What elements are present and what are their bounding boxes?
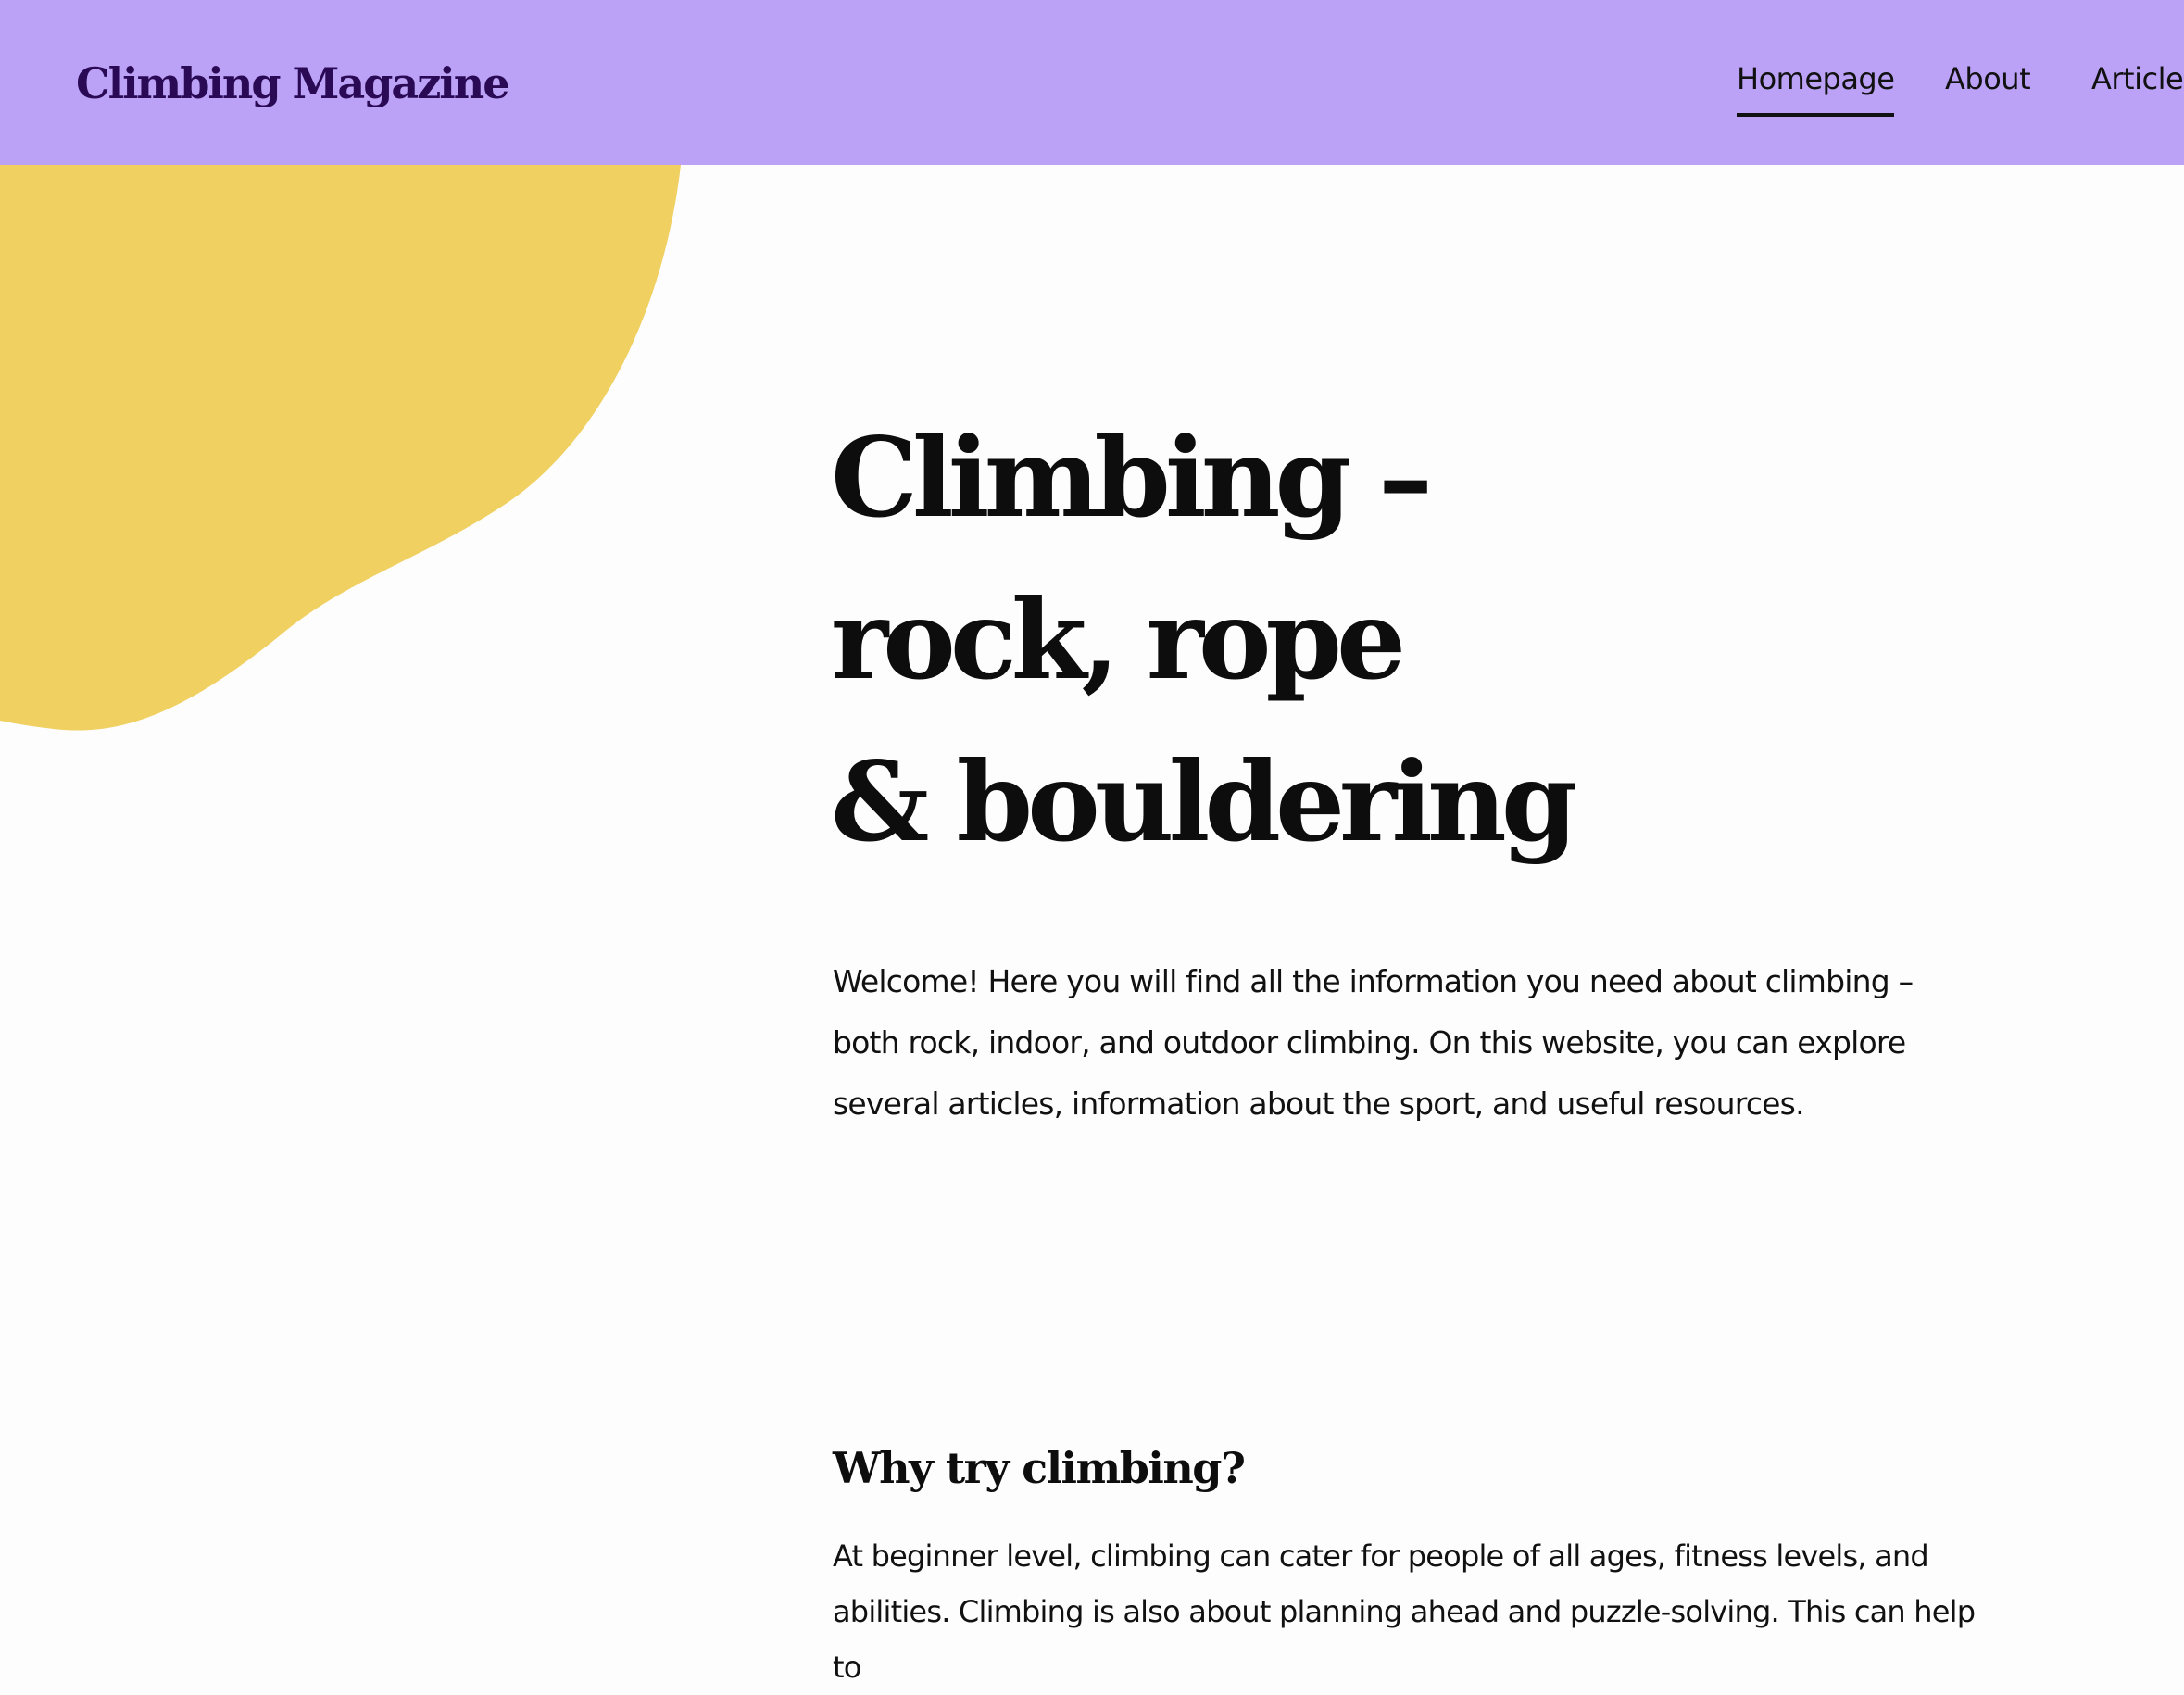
main-nav: Homepage About Articles (0, 56, 2184, 122)
section-paragraph: At beginner level, climbing can cater fo… (833, 1538, 1976, 1685)
blob-shape (0, 165, 681, 731)
nav-link-homepage[interactable]: Homepage (1737, 56, 1895, 117)
nav-link-articles[interactable]: Articles (2091, 56, 2184, 102)
decorative-yellow-blob (0, 165, 681, 731)
section-heading-why-climbing: Why try climbing? (833, 1443, 1246, 1493)
intro-paragraph: Welcome! Here you will find all the info… (833, 963, 1914, 1122)
hero-title-line: & bouldering (831, 737, 1577, 866)
nav-link-about[interactable]: About (1945, 56, 2031, 102)
hero-title: Climbing – rock, rope & bouldering (831, 396, 1664, 883)
hero-title-line: Climbing – (831, 413, 1433, 542)
site-header: Climbing Magazine Homepage About Article… (0, 0, 2184, 165)
hero-title-line: rock, rope (831, 575, 1406, 704)
